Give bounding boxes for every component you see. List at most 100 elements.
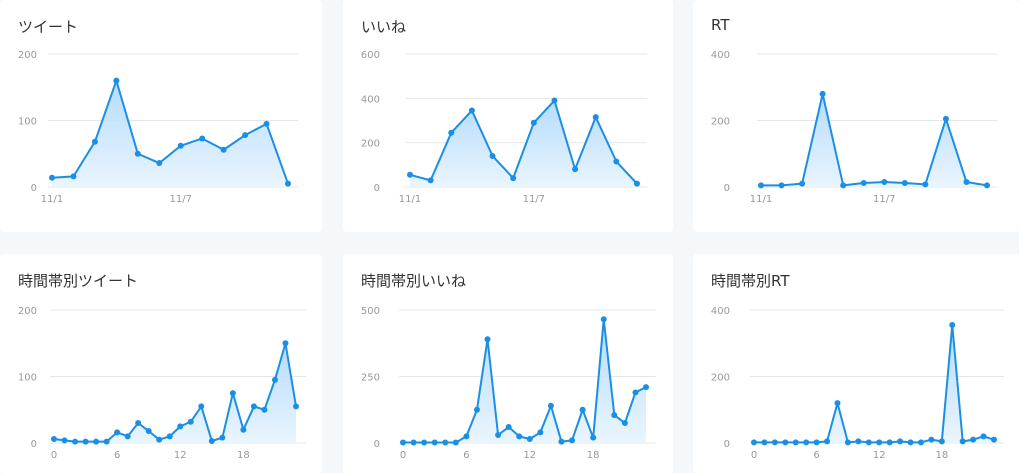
data-point: [907, 439, 914, 446]
x-tick-label: 0: [400, 450, 406, 461]
data-point: [505, 424, 512, 431]
data-point: [82, 438, 89, 445]
data-point: [537, 429, 544, 436]
data-point: [970, 436, 977, 443]
data-point: [799, 180, 806, 187]
data-point: [448, 129, 455, 136]
x-tick-label: 6: [463, 450, 469, 461]
y-tick-label: 500: [361, 306, 380, 317]
data-point: [114, 429, 121, 436]
y-tick-label: 250: [361, 373, 380, 384]
data-point: [250, 403, 257, 410]
data-point: [242, 132, 249, 139]
chart-card-hourly-retweets: 時間帯別RT 400 200 0 0 6 12 18: [693, 254, 1019, 473]
data-point: [928, 436, 935, 443]
data-point: [263, 120, 270, 127]
data-point: [558, 438, 565, 445]
data-point: [124, 433, 131, 440]
data-point: [761, 439, 768, 446]
data-point: [938, 438, 945, 445]
series-area: [410, 100, 637, 187]
data-point: [134, 150, 141, 157]
data-point: [208, 438, 215, 445]
y-tick-label: 0: [724, 439, 730, 450]
x-tick-label: 11/1: [399, 194, 421, 205]
data-point: [778, 182, 785, 189]
data-point: [427, 177, 434, 184]
data-point: [547, 402, 554, 409]
y-tick-label: 200: [711, 373, 730, 384]
data-point: [792, 439, 799, 446]
data-point: [569, 437, 576, 444]
chart-hourly-likes: 500 250 0 0 6 12 18: [361, 306, 656, 461]
data-point: [510, 175, 517, 182]
y-tick-label: 200: [18, 50, 37, 61]
data-point: [980, 433, 987, 440]
data-point: [942, 115, 949, 122]
chart-card-likes: いいね 600 400 200 0 11/1 11/7: [343, 0, 673, 232]
data-point: [855, 438, 862, 445]
y-tick-label: 0: [374, 183, 380, 194]
x-tick-label: 18: [935, 450, 948, 461]
x-tick-label: 6: [114, 450, 120, 461]
data-point: [198, 403, 205, 410]
series-area: [403, 319, 646, 443]
data-point: [886, 439, 893, 446]
data-point: [572, 166, 579, 173]
data-point: [881, 179, 888, 186]
x-tick-label: 12: [873, 450, 886, 461]
data-point: [135, 420, 142, 427]
chart-retweets: 400 200 0 11/1 11/7: [711, 50, 997, 205]
data-point: [824, 438, 831, 445]
data-point: [484, 336, 491, 343]
data-point: [751, 439, 757, 446]
x-tick-label: 18: [587, 450, 600, 461]
data-point: [166, 433, 173, 440]
data-point: [876, 439, 883, 446]
data-point: [865, 439, 872, 446]
series-area: [54, 343, 296, 443]
data-point: [803, 439, 810, 446]
y-tick-label: 200: [18, 306, 37, 317]
data-point: [963, 179, 970, 186]
data-point: [220, 146, 227, 153]
data-point: [93, 438, 100, 445]
data-point: [844, 439, 851, 446]
data-point: [600, 316, 607, 323]
data-point: [51, 436, 57, 443]
data-point: [442, 439, 449, 446]
data-point: [901, 180, 908, 187]
data-point: [70, 173, 77, 180]
data-point: [49, 174, 55, 181]
chart-tweets: 200 100 0 11/1 11/7: [18, 50, 298, 205]
y-tick-label: 0: [31, 439, 37, 450]
x-tick-label: 12: [174, 450, 187, 461]
data-point: [917, 439, 924, 446]
data-point: [463, 433, 470, 440]
x-tick-label: 18: [237, 450, 250, 461]
data-point: [282, 340, 289, 347]
data-point: [579, 406, 586, 413]
x-tick-label: 11/7: [169, 194, 191, 205]
data-point: [590, 434, 597, 441]
data-point: [959, 438, 966, 445]
data-point: [229, 390, 236, 397]
chart-hourly-tweets: 200 100 0 0 6 12 18: [18, 306, 306, 461]
data-point: [551, 97, 558, 104]
data-point: [495, 432, 502, 439]
chart-likes: 600 400 200 0 11/1 11/7: [361, 50, 647, 205]
y-tick-label: 100: [18, 373, 37, 384]
data-point: [61, 437, 68, 444]
chart-card-hourly-tweets: 時間帯別ツイート 200 100 0 0 6 12 18: [0, 254, 322, 473]
data-point: [840, 182, 847, 189]
data-point: [516, 433, 523, 440]
data-point: [113, 77, 120, 84]
data-point: [407, 171, 413, 178]
data-point: [984, 182, 990, 189]
series-area: [52, 80, 288, 187]
x-tick-label: 11/1: [750, 194, 772, 205]
data-point: [634, 180, 640, 187]
data-point: [611, 412, 618, 419]
data-point: [834, 400, 841, 407]
data-point: [592, 114, 599, 121]
